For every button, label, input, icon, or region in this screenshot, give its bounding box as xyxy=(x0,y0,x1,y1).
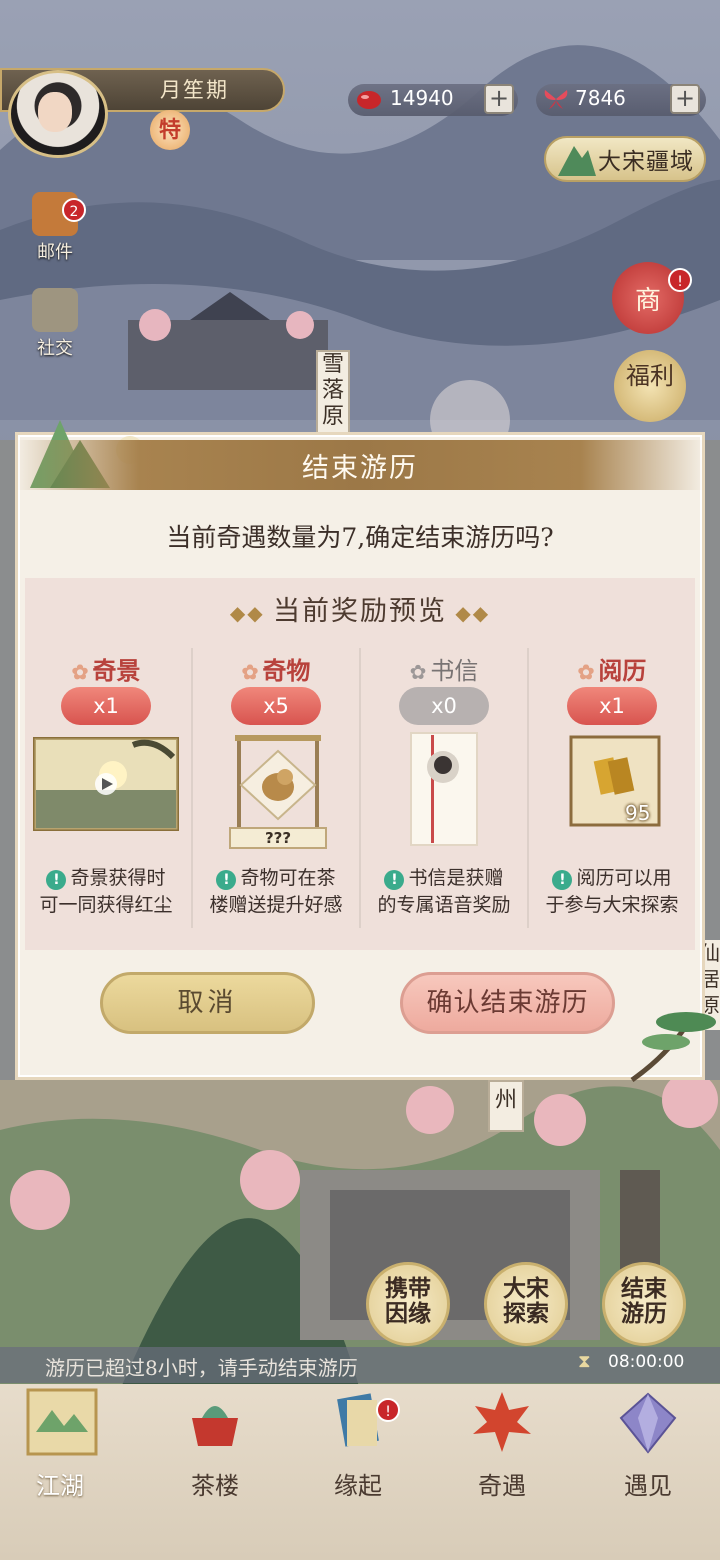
journey-notice-text: 游历已超过8小时，请手动结束游历 xyxy=(45,1356,358,1380)
reward-experience[interactable]: ✿ 阅历 x1 95 ! 阅历可以用 于参与大宋探索 xyxy=(529,645,695,935)
red-bean-icon xyxy=(357,91,381,109)
experience-amount: 95 xyxy=(625,801,651,825)
map-label-snow-peak[interactable]: 雪落原 xyxy=(316,350,350,434)
maple-leaf-icon xyxy=(473,1392,531,1452)
reward-scenery-title: ✿ 奇景 xyxy=(23,651,189,686)
reward-experience-name: 阅历 xyxy=(598,656,647,685)
region-label: 大宋疆域 xyxy=(598,149,694,175)
reward-scenery-count: x1 xyxy=(61,687,151,725)
welfare-button[interactable]: 福利 xyxy=(614,350,686,422)
reward-curio-desc-line2: 楼赠送提升好感 xyxy=(209,894,343,916)
social-button[interactable]: 社交 xyxy=(28,288,82,360)
info-icon: ! xyxy=(46,870,67,890)
reward-scenery-name: 奇景 xyxy=(92,656,141,685)
hourglass-icon: ⧗ xyxy=(578,1351,591,1372)
welfare-label: 福利 xyxy=(626,362,674,390)
scenery-video-thumbnail[interactable] xyxy=(33,737,179,831)
add-red-bean-button[interactable]: + xyxy=(484,84,514,114)
teacup-icon xyxy=(192,1406,238,1446)
flower-icon: ✿ xyxy=(577,660,595,684)
cancel-button[interactable]: 取消 xyxy=(100,972,315,1034)
butterfly-value: 7846 xyxy=(575,86,626,110)
reward-curio-desc: ! 奇物可在茶 楼赠送提升好感 xyxy=(193,865,359,919)
reward-scenery-desc-line1: 奇景获得时 xyxy=(70,867,166,889)
flower-icon: ✿ xyxy=(409,660,427,684)
dialog-question: 当前奇遇数量为7,确定结束游历吗? xyxy=(166,523,554,552)
reward-experience-desc: ! 阅历可以用 于参与大宋探索 xyxy=(529,865,695,919)
reward-curio-desc-line1: 奇物可在茶 xyxy=(240,867,336,889)
diamond-ornament-icon: ◆◆ xyxy=(229,601,273,625)
social-icon xyxy=(32,288,78,332)
map-scroll-icon xyxy=(26,1388,98,1456)
map-label-zhou[interactable]: 州 xyxy=(488,1080,524,1132)
butterfly-icon xyxy=(544,90,568,109)
nav-teahouse-label: 茶楼 xyxy=(191,1472,239,1500)
reward-preview-title: 当前奖励预览 xyxy=(273,596,447,627)
info-icon: ! xyxy=(384,870,405,890)
reward-curio[interactable]: ✿ 奇物 x5 ??? ! 奇物可在茶 楼赠送提升好感 xyxy=(193,645,359,935)
journey-timer: 08:00:00 xyxy=(608,1352,685,1372)
nav-jianghu[interactable]: 江湖 xyxy=(0,1388,120,1500)
flower-icon: ✿ xyxy=(241,660,259,684)
reward-curio-title: ✿ 奇物 xyxy=(193,651,359,686)
player-name: 月笙期 xyxy=(160,78,229,102)
reward-letter-title: ✿ 书信 xyxy=(361,651,527,686)
song-explore-label: 大宋 探索 xyxy=(503,1275,549,1327)
reward-scenery[interactable]: ✿ 奇景 x1 ! 奇景获得时 可一同获得红尘 xyxy=(23,645,189,935)
nav-origin-label: 缘起 xyxy=(334,1472,382,1500)
mail-label: 邮件 xyxy=(37,242,73,263)
letter-envelope-icon[interactable] xyxy=(409,731,479,847)
reward-letter[interactable]: ✿ 书信 x0 ! 书信是获赠 的专属语音奖励 xyxy=(361,645,527,935)
crystal-icon xyxy=(619,1392,677,1454)
pine-branch-icon xyxy=(630,1012,716,1082)
add-butterfly-button[interactable]: + xyxy=(670,84,700,114)
reward-letter-desc-line2: 的专属语音奖励 xyxy=(377,894,511,916)
nav-jianghu-label: 江湖 xyxy=(36,1472,84,1500)
red-bean-value: 14940 xyxy=(390,86,454,110)
reward-experience-desc-line1: 阅历可以用 xyxy=(576,867,672,889)
info-icon: ! xyxy=(552,870,573,890)
dialog-title: 结束游历 xyxy=(302,453,418,484)
social-label: 社交 xyxy=(37,338,73,359)
reward-letter-count: x0 xyxy=(399,687,489,725)
diamond-ornament-icon: ◆◆ xyxy=(447,601,491,625)
nav-meet[interactable]: 遇见 xyxy=(588,1388,708,1500)
info-icon: ! xyxy=(216,870,237,890)
mountain-icon xyxy=(558,146,596,176)
reward-letter-name: 书信 xyxy=(430,657,479,685)
reward-experience-title: ✿ 阅历 xyxy=(529,651,695,686)
mail-badge: 2 xyxy=(62,198,86,222)
reward-curio-count: x5 xyxy=(231,687,321,725)
reward-scenery-desc-line2: 可一同获得红尘 xyxy=(39,894,173,916)
nav-teahouse[interactable]: 茶楼 xyxy=(155,1388,275,1500)
reward-curio-name: 奇物 xyxy=(262,656,311,685)
confirm-end-journey-button[interactable]: 确认结束游历 xyxy=(400,972,615,1034)
reward-experience-count: x1 xyxy=(567,687,657,725)
reward-letter-desc-line1: 书信是获赠 xyxy=(408,867,504,889)
reward-scenery-desc: ! 奇景获得时 可一同获得红尘 xyxy=(23,865,189,919)
vip-badge[interactable]: 特 xyxy=(150,110,190,150)
carry-fate-label: 携带 因缘 xyxy=(385,1275,431,1327)
curio-unknown-tag: ??? xyxy=(229,827,327,849)
flower-icon: ✿ xyxy=(71,660,89,684)
nav-origin-badge: ! xyxy=(376,1398,400,1422)
nav-meet-label: 遇见 xyxy=(624,1472,672,1500)
reward-letter-desc: ! 书信是获赠 的专属语音奖励 xyxy=(361,865,527,919)
reward-preview-header: ◆◆ 当前奖励预览 ◆◆ xyxy=(0,589,720,628)
nav-origin[interactable]: ! 缘起 xyxy=(298,1388,418,1500)
end-journey-label: 结束 游历 xyxy=(621,1275,667,1327)
reward-experience-desc-line2: 于参与大宋探索 xyxy=(545,894,679,916)
shop-badge: ! xyxy=(668,268,692,292)
nav-encounter[interactable]: 奇遇 xyxy=(442,1388,562,1500)
nav-encounter-label: 奇遇 xyxy=(478,1472,526,1500)
avatar-face xyxy=(38,92,72,132)
